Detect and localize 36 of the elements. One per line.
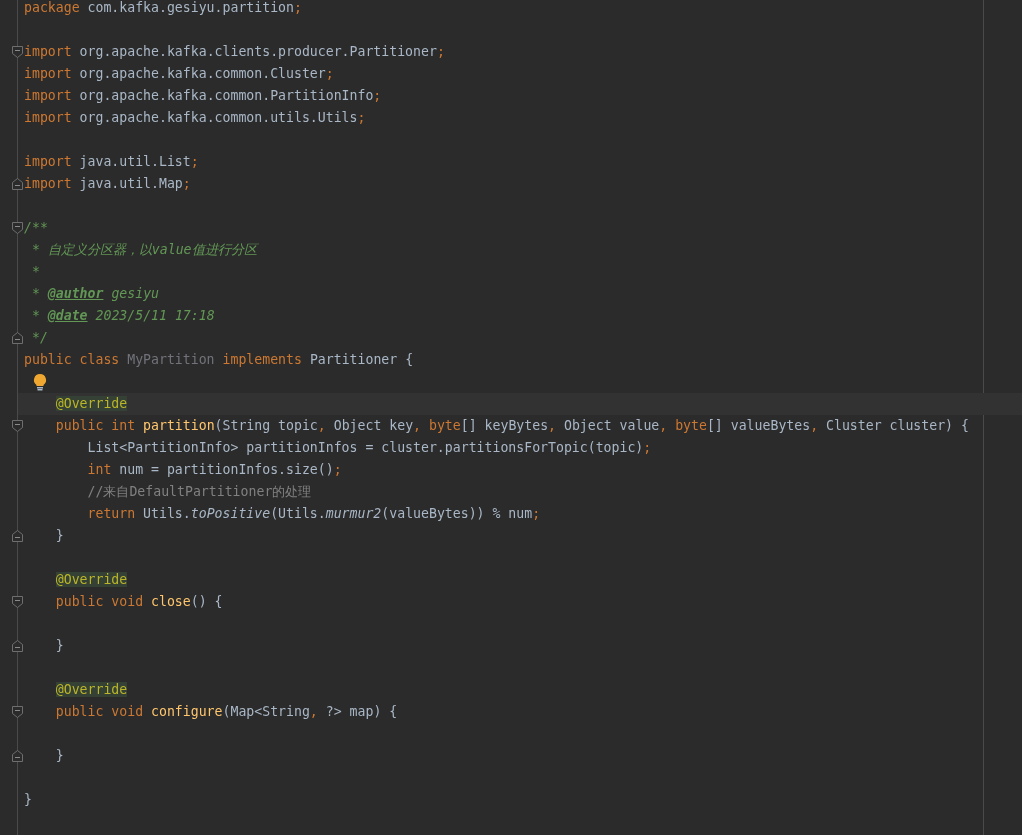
code-line: } xyxy=(24,791,32,809)
code-line: import org.apache.kafka.common.Cluster; xyxy=(24,65,334,83)
code-line: } xyxy=(54,637,64,655)
code-line: import org.apache.kafka.clients.producer.Partitioner; xyxy=(24,43,445,61)
code-line: return Utils.toPositive(Utils.murmur2(valueBytes)) % num; xyxy=(86,505,541,523)
code-line: import org.apache.kafka.common.utils.Utils; xyxy=(24,109,366,127)
code-line: /** xyxy=(24,219,48,237)
code-line: * @author gesiyu xyxy=(30,285,159,303)
fold-icon[interactable] xyxy=(12,222,23,234)
fold-icon[interactable] xyxy=(12,706,23,718)
code-line: */ xyxy=(30,329,48,347)
code-line: List<PartitionInfo> partitionInfos = cluster.partitionsForTopic(topic); xyxy=(86,439,652,457)
code-line: public int partition(String topic, Object key, byte[] keyBytes, Object value, byte[] valueBytes, Cluster cluster) { xyxy=(54,417,969,435)
fold-icon[interactable] xyxy=(12,332,23,344)
code-line: package com.kafka.gesiyu.partition; xyxy=(24,0,302,17)
code-line: * @date 2023/5/11 17:18 xyxy=(30,307,215,325)
lightbulb-icon[interactable] xyxy=(32,373,48,391)
code-line: } xyxy=(54,527,64,545)
fold-icon[interactable] xyxy=(12,178,23,190)
code-line: public void close() { xyxy=(54,593,223,611)
code-line: import java.util.Map; xyxy=(24,175,191,193)
code-line: public class MyPartition implements Partitioner { xyxy=(24,351,414,369)
fold-icon[interactable] xyxy=(12,420,23,432)
code-line: * xyxy=(30,263,40,281)
code-line: import java.util.List; xyxy=(24,153,199,171)
code-line: * 自定义分区器，以value值进行分区 xyxy=(30,241,257,259)
code-line: int num = partitionInfos.size(); xyxy=(86,461,342,479)
fold-icon[interactable] xyxy=(12,750,23,762)
code-line: //来自DefaultPartitioner的处理 xyxy=(86,483,312,501)
code-line: public void configure(Map<String, ?> map) { xyxy=(54,703,398,721)
fold-icon[interactable] xyxy=(12,46,23,58)
code-line: import org.apache.kafka.common.PartitionInfo; xyxy=(24,87,382,105)
fold-icon[interactable] xyxy=(12,596,23,608)
fold-icon[interactable] xyxy=(12,530,23,542)
code-line: } xyxy=(54,747,64,765)
fold-icon[interactable] xyxy=(12,640,23,652)
